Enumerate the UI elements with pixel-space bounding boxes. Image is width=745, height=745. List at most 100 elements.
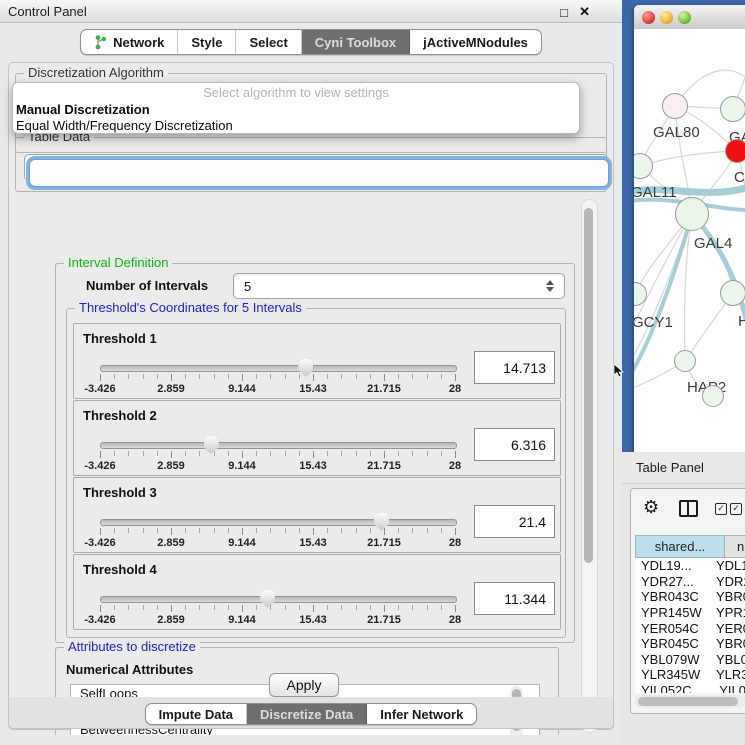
tick-label: 2.859 [157, 537, 185, 549]
column-header-shared[interactable]: shared... [635, 535, 725, 558]
gear-icon[interactable]: ⚙ [643, 497, 659, 518]
tick-mark [199, 528, 200, 533]
table-row[interactable]: YBR045CYBR0 [635, 636, 745, 652]
tick-label: 28 [449, 614, 461, 626]
table-hscrollbar[interactable] [635, 695, 745, 708]
tick-mark [270, 528, 271, 533]
tick-mark [185, 528, 186, 533]
tick-label: -3.426 [84, 537, 115, 549]
cell-name: YDR2 [716, 574, 745, 589]
network-canvas[interactable]: GAL80GACGAL11GAL4GCY1HHAP2 [634, 29, 745, 423]
dropdown-hint: Select algorithm to view settings [13, 83, 579, 102]
interval-definition-group: Interval Definition Number of Intervals … [55, 263, 575, 643]
algorithm-combobox[interactable] [29, 159, 609, 187]
tab-impute-data[interactable]: Impute Data [146, 704, 247, 724]
threshold-value-field[interactable]: 21.4 [474, 505, 555, 538]
tick-mark [185, 451, 186, 456]
numerical-attributes-heading: Numerical Attributes [66, 662, 193, 677]
column-header-name[interactable]: n [725, 535, 745, 558]
tick-mark [199, 451, 200, 456]
close-traffic-light[interactable] [642, 11, 655, 24]
tick-mark [114, 605, 115, 610]
tick-mark [100, 451, 101, 458]
tick-mark [242, 528, 243, 535]
network-node-h[interactable] [720, 280, 745, 306]
table-row[interactable]: YDR27...YDR2 [635, 574, 745, 590]
algorithm-dropdown-popup: Select algorithm to view settings Manual… [12, 82, 580, 134]
threshold-box: Threshold 4-3.4262.8599.14415.4321.71528… [73, 554, 561, 630]
network-node-gal4[interactable] [675, 197, 709, 231]
top-tab-bar: NetworkStyleSelectCyni ToolboxjActiveMNo… [0, 22, 622, 62]
table-row[interactable]: YBL079WYBL0 [635, 652, 745, 668]
threshold-value-field[interactable]: 6.316 [474, 428, 555, 461]
tab-infer-network[interactable]: Infer Network [367, 704, 476, 724]
threshold-value-field[interactable]: 14.713 [474, 351, 555, 384]
tick-label: 28 [449, 460, 461, 472]
cell-name: YER0 [716, 621, 745, 636]
table-row[interactable]: YIL052CYIL0 [635, 683, 745, 693]
tick-mark [299, 374, 300, 379]
apply-button[interactable]: Apply [269, 673, 339, 697]
float-window-icon[interactable]: □ [560, 5, 568, 20]
cell-shared-name: YBR043C [635, 589, 716, 604]
tick-mark [455, 605, 456, 612]
tick-mark [441, 528, 442, 533]
tab-jactivemnodules[interactable]: jActiveMNodules [410, 30, 541, 54]
threshold-slider-track[interactable] [100, 596, 457, 603]
network-node-gal80[interactable] [662, 93, 688, 119]
settings-scrollbar[interactable] [581, 199, 598, 733]
zoom-traffic-light[interactable] [678, 11, 691, 24]
settings-scrollbar-thumb[interactable] [584, 208, 593, 563]
tick-mark [398, 605, 399, 610]
network-node-c[interactable] [725, 139, 745, 163]
tick-label: 21.715 [367, 460, 401, 472]
threshold-slider-track[interactable] [100, 365, 457, 372]
tick-mark [285, 528, 286, 533]
algorithm-group-title: Discretization Algorithm [24, 65, 168, 80]
tick-mark [214, 451, 215, 456]
dropdown-option[interactable]: Equal Width/Frequency Discretization [13, 118, 579, 134]
tab-discretize-data[interactable]: Discretize Data [247, 704, 367, 724]
table-hscrollbar-thumb[interactable] [638, 697, 738, 706]
tick-mark [327, 605, 328, 610]
table-row[interactable]: YER054CYER0 [635, 620, 745, 636]
tick-mark [285, 605, 286, 610]
tick-mark [128, 605, 129, 610]
control-panel-titlebar: Control Panel □ ✕ [0, 0, 622, 23]
dropdown-option[interactable]: Manual Discretization [13, 102, 579, 118]
threshold-value-field[interactable]: 11.344 [474, 582, 555, 615]
table-row[interactable]: YBR043CYBR0 [635, 589, 745, 605]
minimize-traffic-light[interactable] [660, 11, 673, 24]
checkbox-icon-2[interactable]: ✓ [730, 503, 742, 515]
tab-network[interactable]: Network [81, 30, 178, 54]
threshold-box: Threshold 2-3.4262.8599.14415.4321.71528… [73, 400, 561, 476]
table-row[interactable]: YLR345WYLR3 [635, 667, 745, 683]
tick-mark [157, 528, 158, 533]
network-node-hap2[interactable] [674, 350, 696, 372]
num-intervals-spinner[interactable]: 5 [233, 273, 565, 299]
settings-panel: Discretization Algorithm Table Data galF… [8, 62, 614, 730]
tick-mark [100, 528, 101, 535]
tick-mark [370, 528, 371, 533]
network-node[interactable] [702, 385, 724, 407]
tick-mark [185, 374, 186, 379]
tab-style[interactable]: Style [178, 30, 236, 54]
checkbox-icon-1[interactable]: ✓ [715, 503, 727, 515]
cell-shared-name: YLR345W [635, 667, 716, 682]
tick-mark [143, 605, 144, 610]
network-node-ga[interactable] [720, 96, 745, 122]
tab-select[interactable]: Select [236, 30, 301, 54]
tab-cyni-toolbox[interactable]: Cyni Toolbox [302, 30, 410, 54]
tick-mark [441, 451, 442, 456]
split-panel-icon[interactable] [679, 500, 698, 517]
close-icon[interactable]: ✕ [579, 4, 590, 20]
threshold-slider-track[interactable] [100, 442, 457, 449]
table-row[interactable]: YDL19...YDL1 [635, 558, 745, 574]
tick-mark [313, 605, 314, 612]
tick-mark [455, 528, 456, 535]
slider-ticks [100, 374, 455, 382]
threshold-slider-track[interactable] [100, 519, 457, 526]
tick-mark [242, 451, 243, 458]
table-row[interactable]: YPR145WYPR1 [635, 605, 745, 621]
slider-tick-labels: -3.4262.8599.14415.4321.71528 [100, 614, 455, 626]
